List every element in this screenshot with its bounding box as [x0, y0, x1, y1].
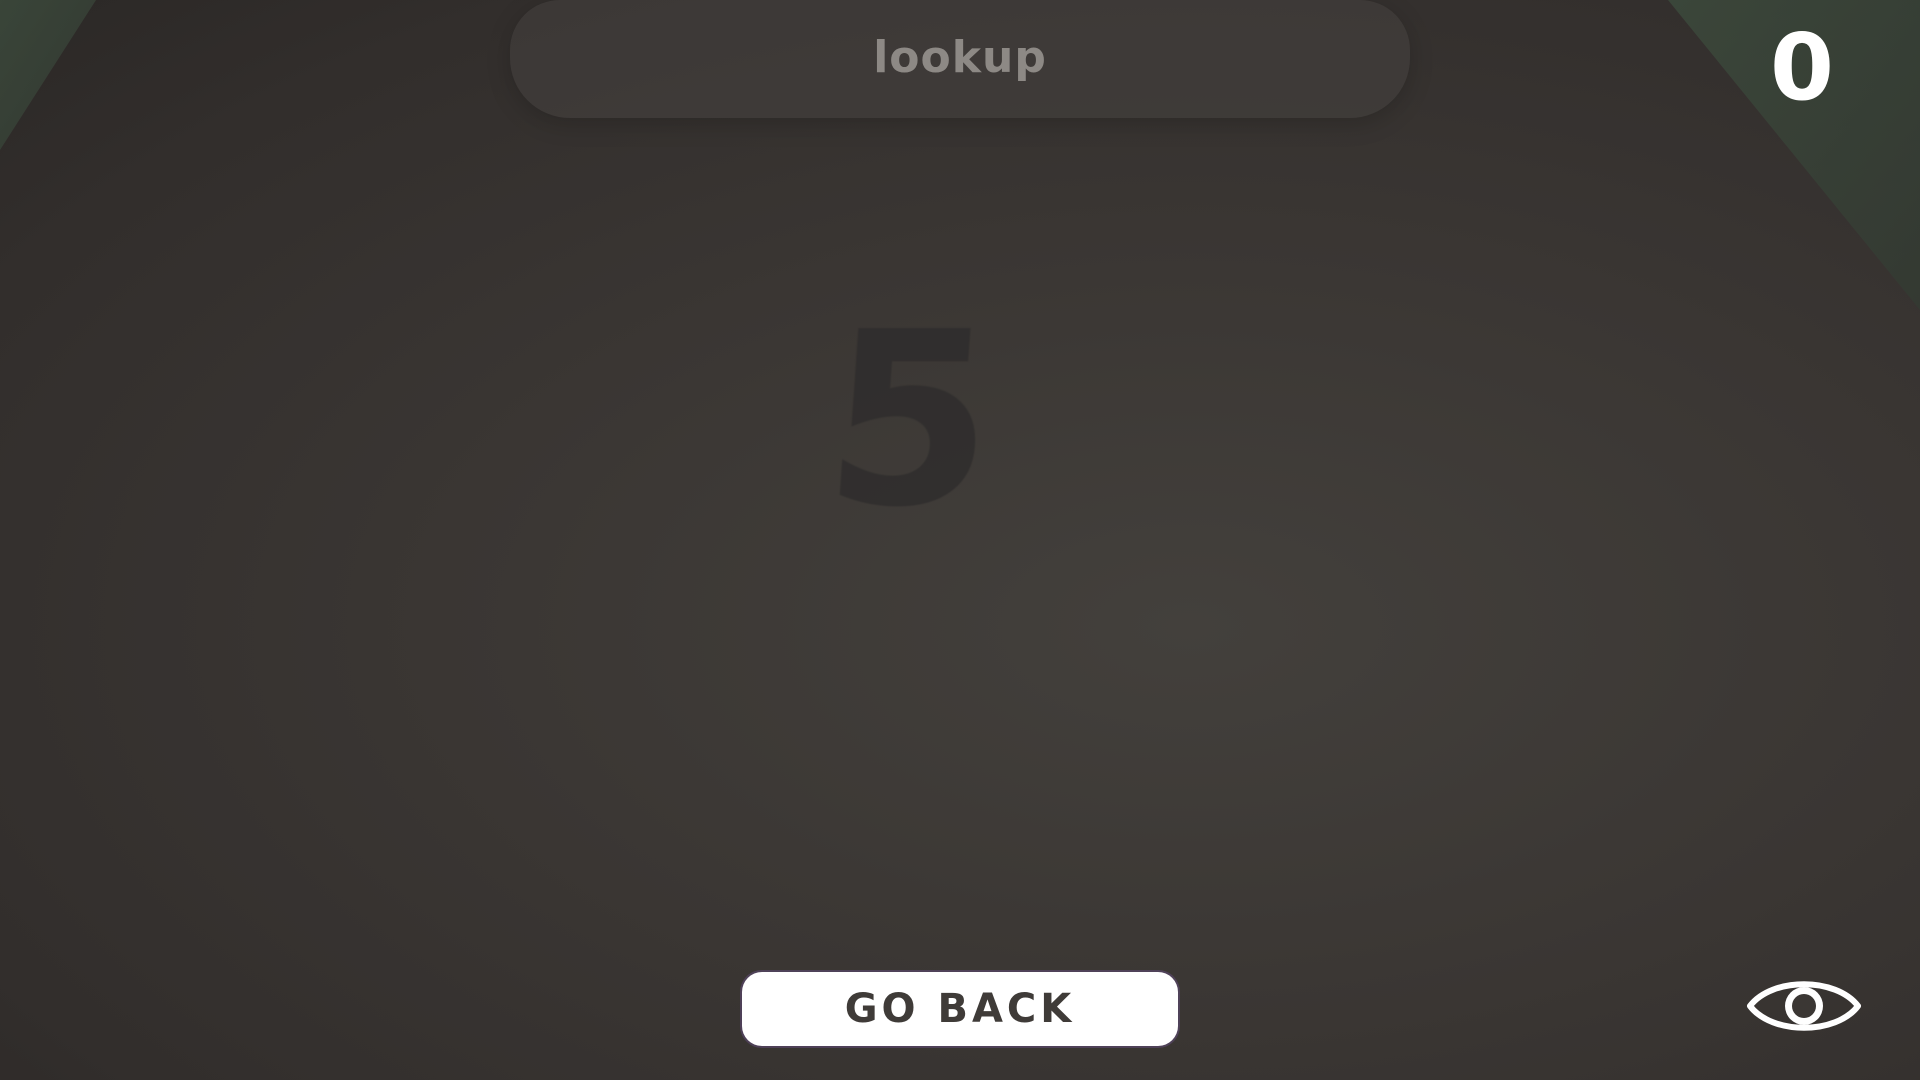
go-back-button[interactable]: GO BACK	[742, 972, 1178, 1046]
word-prompt-panel: lookup	[510, 0, 1410, 118]
game-scene: lookup 0 5 GO BACK	[0, 0, 1920, 1080]
go-back-label: GO BACK	[844, 986, 1076, 1032]
word-prompt: lookup	[873, 31, 1047, 83]
countdown-number: 5	[816, 280, 1004, 560]
eye-icon[interactable]	[1744, 966, 1864, 1046]
score-counter: 0	[1769, 14, 1834, 121]
